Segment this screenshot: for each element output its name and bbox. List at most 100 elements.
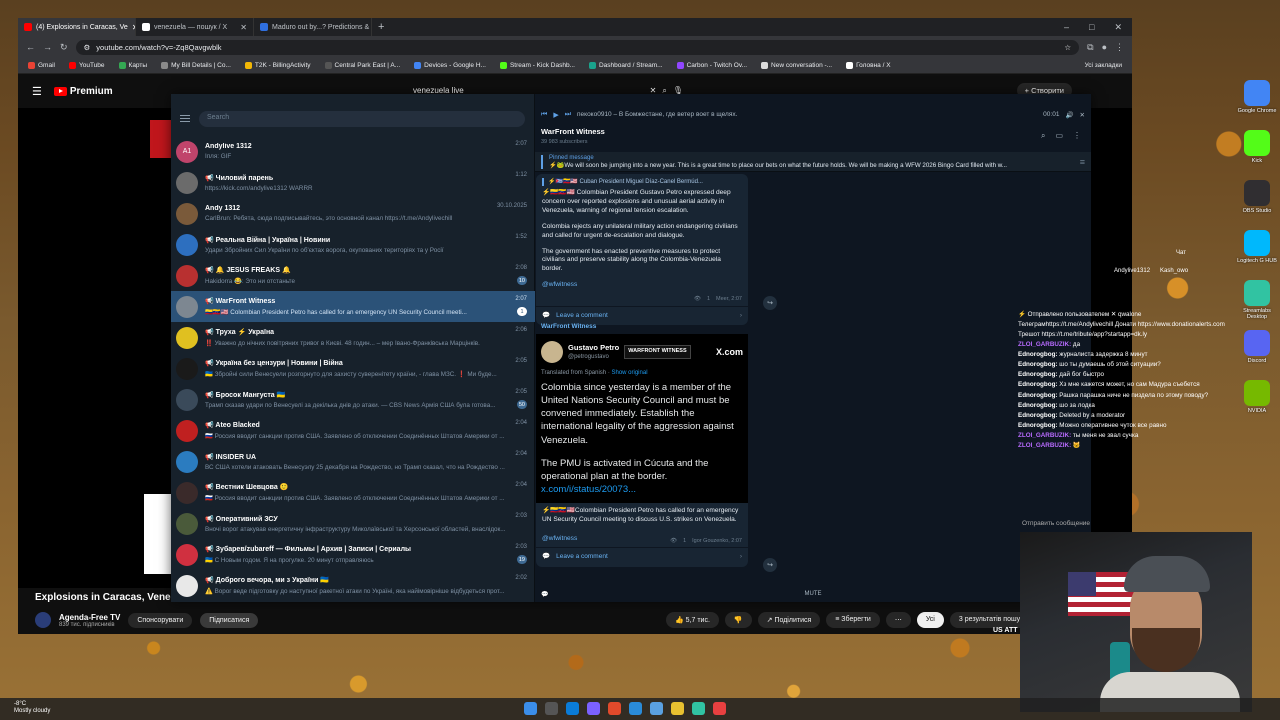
chat-list-item[interactable]: 📢 Оперативний ЗСУ Вночі ворог атакував е… xyxy=(171,508,535,539)
bookmark-item[interactable]: T2K - BillingActivity xyxy=(244,62,311,69)
desktop-shortcut-icon[interactable] xyxy=(1244,180,1270,206)
bookmark-item[interactable]: YouTube xyxy=(68,62,105,69)
bookmark-item[interactable]: My Bill Details | Co... xyxy=(161,62,231,69)
chat-list-item[interactable]: 📢 🔔 JESUS FREAKS 🔔 Hakidorra 😂: Это ни о… xyxy=(171,260,535,291)
comment-icon[interactable]: 💬 xyxy=(541,591,548,598)
related-video-title[interactable]: US ATT xyxy=(993,627,1018,634)
chat-list-item[interactable]: 📢 Зубарев/zubareff — Фильмы | Архив | За… xyxy=(171,539,535,570)
chat-list-item[interactable]: 📢 Доброго вечора, ми з України 🇺🇦 ⚠️ Вор… xyxy=(171,570,535,601)
save-button[interactable]: ≡ Зберегти xyxy=(826,612,880,628)
site-info-icon[interactable]: ⚙ xyxy=(84,43,91,52)
like-button[interactable]: 👍 5,7 тис. xyxy=(666,612,719,628)
pinned-message-bar[interactable]: Pinned message ⚡🐸We will soon be jumping… xyxy=(535,152,1091,172)
bookmark-item[interactable]: Gmail xyxy=(28,62,55,69)
close-tab-icon[interactable]: ✕ xyxy=(240,23,247,32)
channel-name[interactable]: Agenda-Free TV xyxy=(59,613,120,622)
channel-header[interactable]: WarFront Witness 39 983 subscribers xyxy=(541,127,605,145)
forward-icon[interactable]: ↪ xyxy=(763,296,777,310)
bookmark-item[interactable]: Dashboard / Stream... xyxy=(588,62,663,69)
chat-list-item[interactable]: 📢 Реальна Війна | Україна | Новини Удари… xyxy=(171,229,535,260)
minimize-icon[interactable]: – xyxy=(1064,22,1069,33)
new-tab-button[interactable]: + xyxy=(372,21,390,33)
chat-list-item[interactable]: 📢 Україна без цензури | Новини | Війна 🇺… xyxy=(171,353,535,384)
more-actions-icon[interactable]: ⋯ xyxy=(885,612,911,628)
chat-list-item[interactable]: A1 Andylive 1312 Іпля: GIF 2:07 xyxy=(171,136,535,167)
sidebar-toggle-icon[interactable]: ▭ xyxy=(1055,131,1063,141)
next-track-icon[interactable]: ⏭ xyxy=(565,111,571,119)
bookmark-item[interactable]: Головна / X xyxy=(846,62,891,69)
tweet-avatar xyxy=(541,341,563,363)
more-icon[interactable]: ⋮ xyxy=(1073,131,1081,141)
forward-icon[interactable]: ↪ xyxy=(763,558,777,572)
chat-list-item[interactable]: 📢 Труха ⚡ Україна ‼️ Уважно до нічних по… xyxy=(171,322,535,353)
edge-icon[interactable] xyxy=(566,702,579,715)
app-icon[interactable] xyxy=(608,702,621,715)
youtube-logo[interactable]: Premium xyxy=(53,86,113,97)
bookmark-star-icon[interactable]: ☆ xyxy=(1064,43,1071,52)
bookmark-item[interactable]: Карты xyxy=(118,62,147,69)
desktop-shortcut-icon[interactable] xyxy=(1244,230,1270,256)
profile-icon[interactable]: ● xyxy=(1102,42,1107,52)
app-icon[interactable] xyxy=(713,702,726,715)
menu-icon[interactable] xyxy=(180,115,190,122)
streamlabs-icon[interactable] xyxy=(692,702,705,715)
app-icon[interactable] xyxy=(650,702,663,715)
maximize-icon[interactable]: □ xyxy=(1089,22,1094,33)
chat-nick: ZLOI_GARBUZIK: xyxy=(1018,441,1072,449)
back-icon[interactable]: ← xyxy=(26,42,35,52)
extensions-icon[interactable]: ⧉ xyxy=(1087,42,1093,53)
send-message-input[interactable]: Отправить сообщение xyxy=(1022,520,1090,527)
forward-icon[interactable]: → xyxy=(43,42,52,52)
mute-button[interactable]: MUTE xyxy=(805,591,822,597)
post-channel-name[interactable]: WarFront Witness xyxy=(541,323,596,330)
hamburger-icon[interactable]: ☰ xyxy=(32,85,42,98)
chat-list-item[interactable]: Andy 1312 CarlBrun: Ребята, сюда подписы… xyxy=(171,198,535,229)
reply-preview[interactable]: ⚡🇨🇺🇻🇪🇺🇸 Cuban President Miguel Díaz-Cane… xyxy=(542,178,742,187)
leave-comment-button[interactable]: 💬 Leave a comment › xyxy=(536,547,748,567)
app-icon[interactable] xyxy=(587,702,600,715)
prev-track-icon[interactable]: ⏮ xyxy=(541,111,547,119)
tweet-image[interactable]: Gustavo Petro @petrogustavo WARFRONT WIT… xyxy=(536,334,748,503)
weather-widget[interactable]: -8°C Mostly cloudy xyxy=(14,701,50,715)
subscribe-button[interactable]: Підписатися xyxy=(200,612,259,628)
share-button[interactable]: ↗ Поділитися xyxy=(757,612,821,628)
dislike-button[interactable]: 👎 xyxy=(724,612,752,628)
browser-tab[interactable]: (4) Explosions in Caracas, Ve✕ xyxy=(18,18,136,36)
bookmark-item[interactable]: Devices - Google H... xyxy=(414,62,486,69)
browser-tab[interactable]: Maduro out by...? Predictions &✕ xyxy=(254,18,372,36)
bookmark-item[interactable]: Central Park East | A... xyxy=(324,62,400,69)
play-icon[interactable]: ▶ xyxy=(553,111,558,119)
filter-all-chip[interactable]: Усі xyxy=(916,612,944,628)
sponsor-button[interactable]: Спонсорувати xyxy=(128,612,193,628)
desktop-shortcut-icon[interactable] xyxy=(1244,130,1270,156)
chat-list-item[interactable]: 📢 WarFront Witness 🇨🇴🇻🇪🇺🇸 Colombian Pres… xyxy=(171,291,535,322)
reload-icon[interactable]: ↻ xyxy=(60,42,68,53)
menu-icon[interactable]: ⋮ xyxy=(1115,42,1124,53)
pin-list-icon[interactable]: ≡ xyxy=(1080,157,1085,167)
task-view-icon[interactable] xyxy=(545,702,558,715)
chrome-icon[interactable] xyxy=(671,702,684,715)
bookmark-item[interactable]: Carbon - Twitch Ov... xyxy=(676,62,747,69)
volume-icon[interactable]: 🔊 xyxy=(1065,111,1073,119)
chat-list-item[interactable]: 📢 Вестник Шевцова 🙂 🇷🇺 Россия вводит сан… xyxy=(171,477,535,508)
telegram-icon[interactable] xyxy=(629,702,642,715)
chat-list-item[interactable]: 📢 Чиловий парень https://kick.com/andyli… xyxy=(171,167,535,198)
chat-text: Deleted by a moderator xyxy=(1059,411,1126,419)
desktop-shortcut-icon[interactable] xyxy=(1244,80,1270,106)
chat-search-input[interactable]: Search xyxy=(199,111,525,127)
close-player-icon[interactable]: ✕ xyxy=(1080,111,1085,119)
address-bar[interactable]: ⚙ youtube.com/watch?v=-Zq8Qavgwblk ☆ xyxy=(75,39,1080,55)
search-icon[interactable]: ⌕ xyxy=(1041,131,1045,141)
close-icon[interactable]: ✕ xyxy=(1114,22,1122,33)
post-source-link[interactable]: @wfwitness xyxy=(542,281,742,290)
chat-list-item[interactable]: 📢 INSIDER UA ВС США хотели атаковать Вен… xyxy=(171,446,535,477)
chat-title: Andylive 1312 xyxy=(205,143,252,150)
start-icon[interactable] xyxy=(524,702,537,715)
browser-tab[interactable]: venezuela — пошук / X ✕ xyxy=(136,18,254,36)
channel-avatar[interactable] xyxy=(35,612,51,628)
chat-list-item[interactable]: 📢 Ateo Blacked 🇷🇺 Россия вводит санкции … xyxy=(171,415,535,446)
bookmark-item[interactable]: Stream - Kick Dashb... xyxy=(499,62,575,69)
chat-list-item[interactable]: 📢 Бросок Мангуста 🇺🇦 Трамп сказав удари … xyxy=(171,384,535,415)
all-bookmarks[interactable]: Усі закладки xyxy=(1085,62,1122,69)
bookmark-item[interactable]: New conversation -... xyxy=(761,62,832,69)
